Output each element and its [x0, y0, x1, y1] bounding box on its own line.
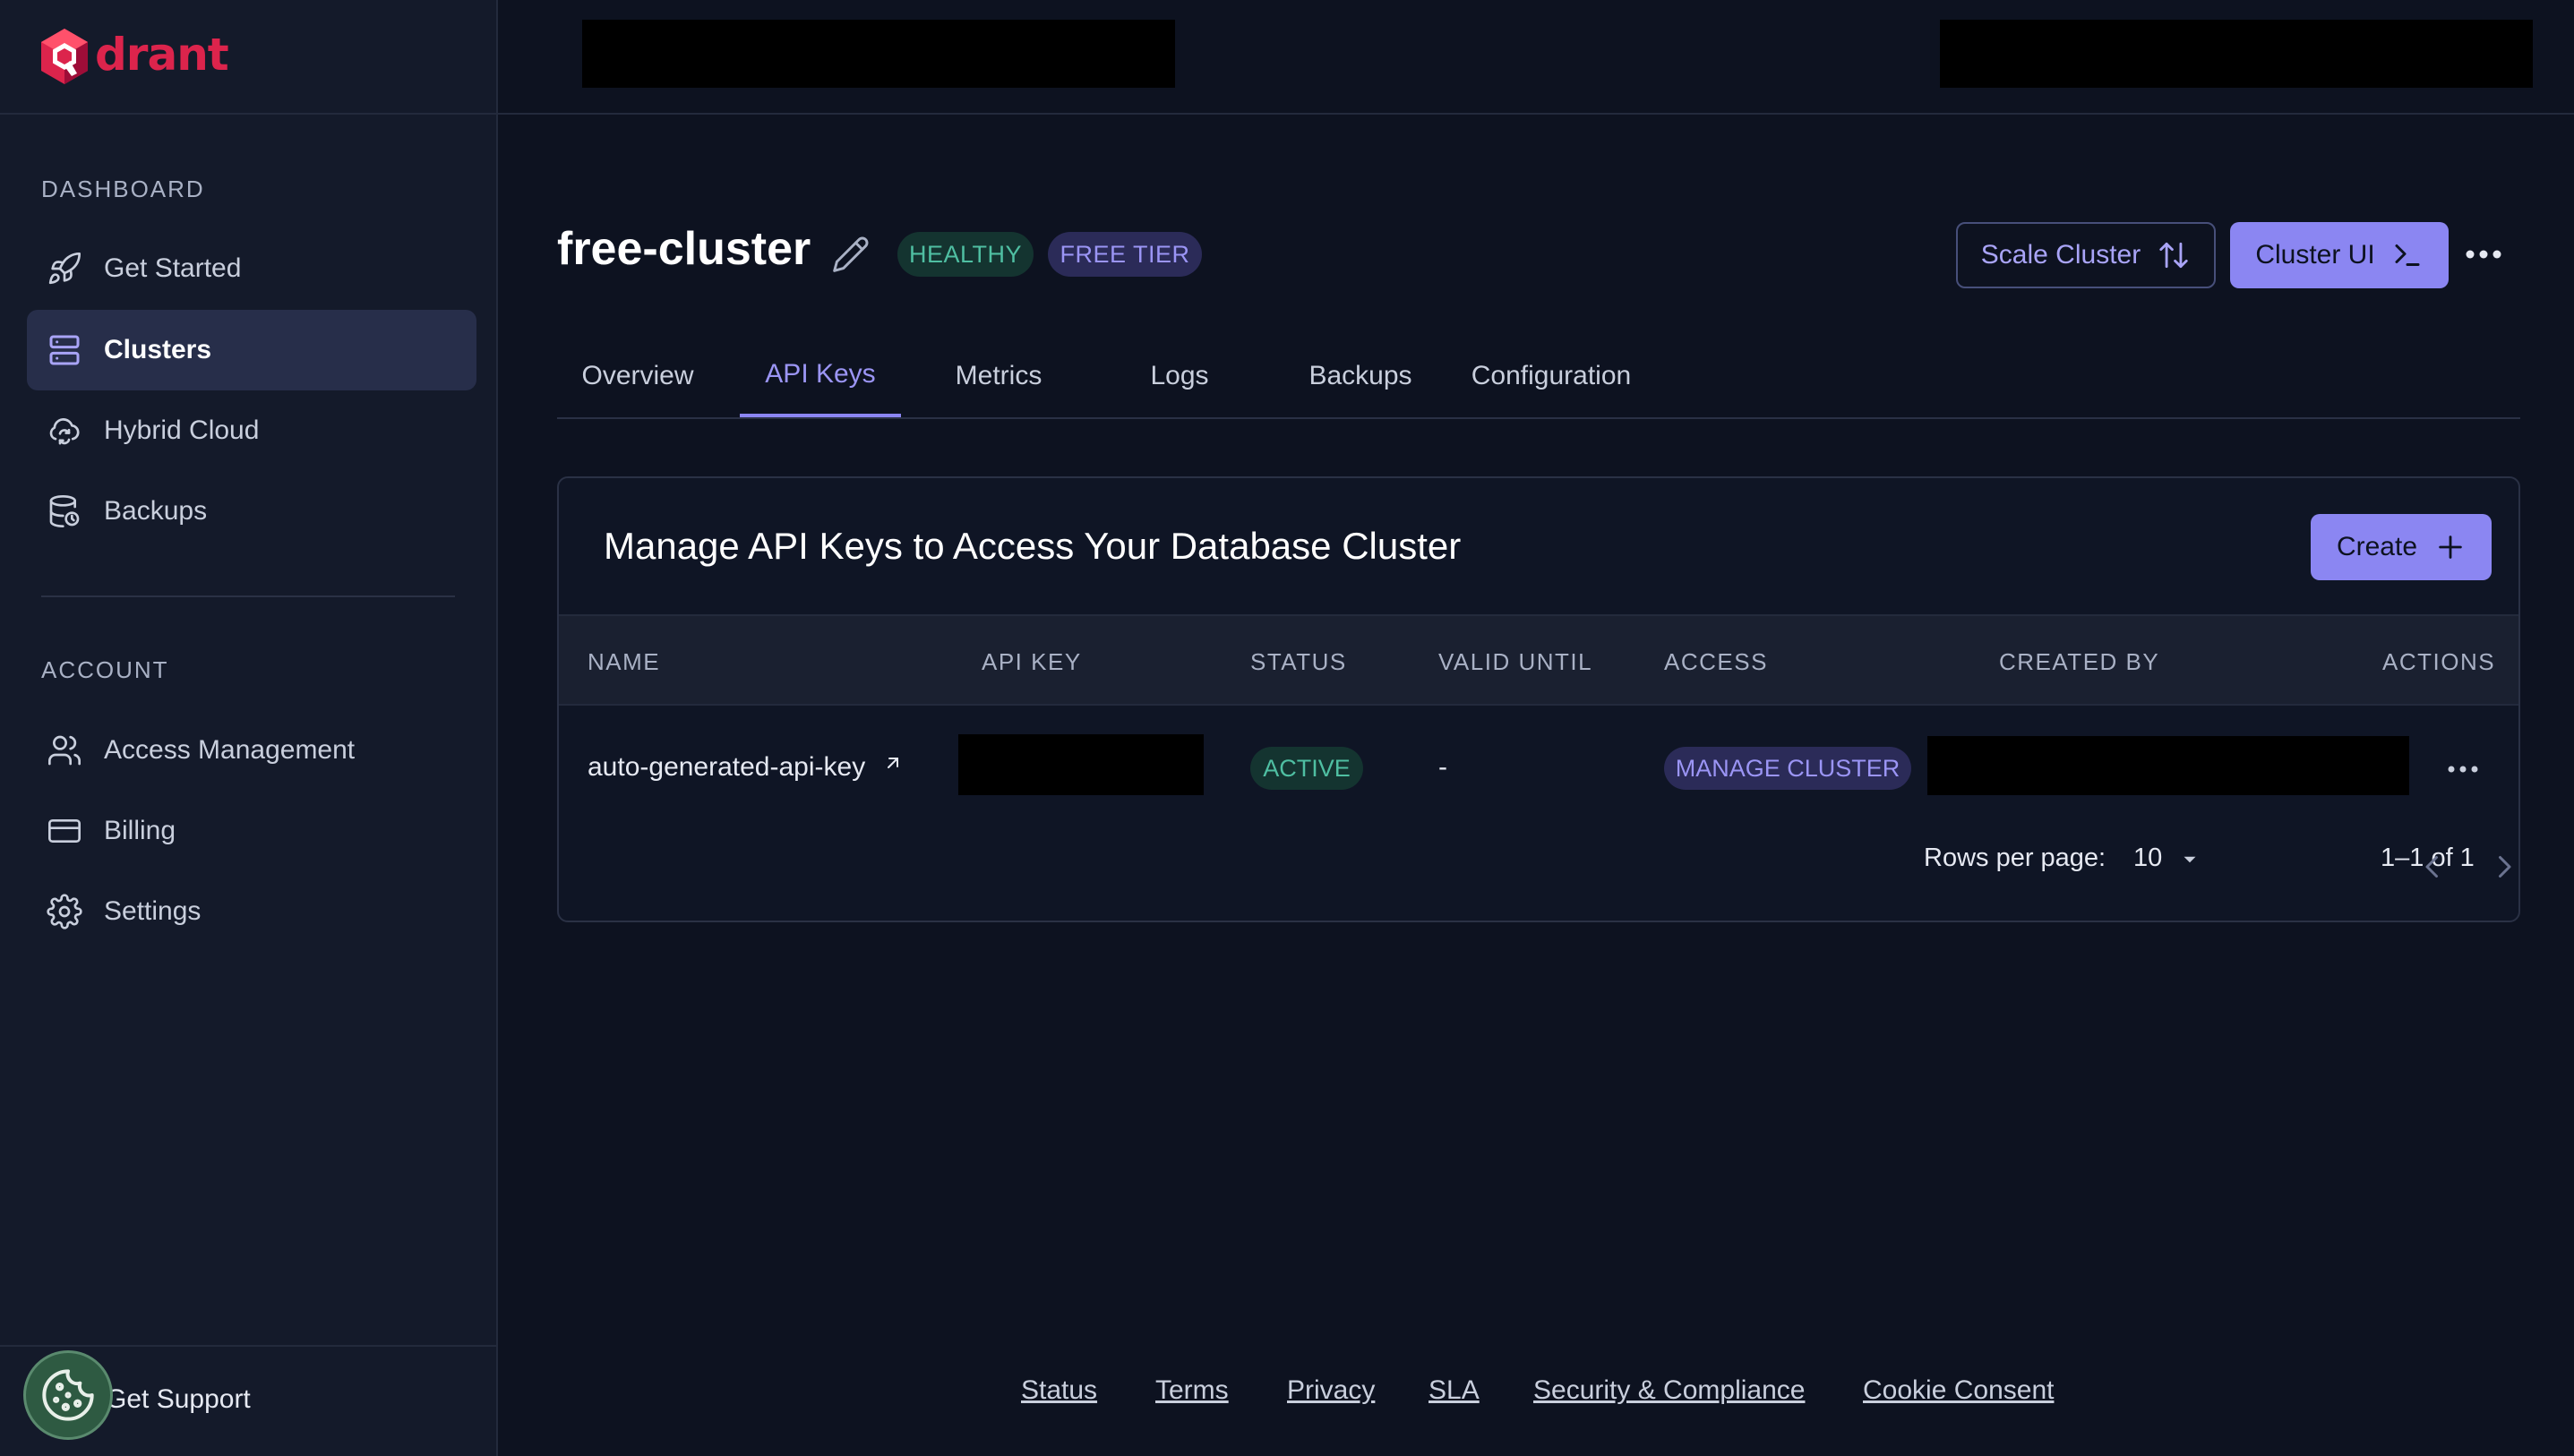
sidebar-item-backups[interactable]: Backups [27, 471, 476, 552]
column-header-name[interactable]: NAME [588, 648, 660, 676]
api-keys-card: Manage API Keys to Access Your Database … [557, 476, 2520, 922]
swap-vertical-icon [2159, 242, 2188, 269]
tab-api-keys[interactable]: API Keys [740, 335, 901, 417]
redacted-created-by [1927, 736, 2409, 795]
table-row: auto-generated-api-key ACTIVE - MANAGE C… [559, 706, 2518, 824]
redacted-api-key [958, 734, 1204, 795]
section-account-label: ACCOUNT [41, 656, 169, 683]
cloud-sync-icon [49, 418, 80, 445]
footer-link-sla[interactable]: SLA [1429, 1375, 1480, 1406]
pencil-icon[interactable] [831, 235, 871, 274]
server-icon [49, 335, 80, 365]
database-backup-icon [49, 495, 80, 527]
sidebar-item-billing[interactable]: Billing [27, 791, 476, 871]
column-header-access[interactable]: ACCESS [1664, 648, 1768, 676]
sidebar-item-settings[interactable]: Settings [27, 871, 476, 952]
terminal-icon [2395, 244, 2420, 266]
status-badge: ACTIVE [1250, 747, 1363, 790]
cookie-icon [42, 1369, 94, 1421]
sidebar-item-label: Backups [104, 496, 208, 526]
column-header-created-by[interactable]: CREATED BY [1999, 648, 2159, 676]
sidebar: drant DASHBOARD Get Started Clusters Hyb… [0, 0, 498, 1456]
sidebar-item-clusters[interactable]: Clusters [27, 310, 476, 390]
footer-link-privacy[interactable]: Privacy [1287, 1375, 1375, 1406]
qdrant-logo-icon [41, 29, 88, 84]
gear-icon [47, 894, 82, 929]
rows-per-page-label: Rows per page: [1924, 844, 2106, 872]
card-title: Manage API Keys to Access Your Database … [604, 525, 1462, 567]
next-page-icon[interactable] [2488, 851, 2520, 883]
status-badge: HEALTHY [897, 232, 1034, 277]
external-link-icon [887, 758, 898, 768]
sidebar-divider [41, 595, 455, 597]
section-dashboard-label: DASHBOARD [41, 176, 205, 202]
tab-configuration[interactable]: Configuration [1453, 335, 1650, 417]
sidebar-item-label: Hybrid Cloud [104, 415, 260, 445]
column-header-api-key[interactable]: API KEY [982, 648, 1082, 676]
tab-metrics[interactable]: Metrics [922, 335, 1075, 417]
top-bar [498, 0, 2574, 115]
footer-link-terms[interactable]: Terms [1155, 1375, 1229, 1406]
plus-icon [2439, 535, 2462, 559]
logo-text: drant [95, 29, 229, 81]
more-options-icon[interactable] [2463, 236, 2504, 272]
sidebar-item-label: Clusters [104, 335, 212, 364]
sidebar-item-access-management[interactable]: Access Management [27, 710, 476, 791]
get-support-link[interactable]: Get Support [106, 1384, 251, 1415]
row-actions-icon[interactable] [2445, 756, 2481, 783]
table-header: NAME API KEY STATUS VALID UNTIL ACCESS C… [559, 614, 2518, 706]
sidebar-item-get-started[interactable]: Get Started [27, 228, 476, 309]
access-badge: MANAGE CLUSTER [1664, 747, 1911, 790]
scale-cluster-button[interactable]: Scale Cluster [1956, 222, 2216, 288]
create-api-key-button[interactable]: Create [2311, 514, 2492, 580]
logo[interactable]: drant [0, 0, 496, 115]
tab-backups[interactable]: Backups [1284, 335, 1437, 417]
redacted-region [1940, 20, 2533, 88]
cluster-ui-button[interactable]: Cluster UI [2230, 222, 2449, 288]
column-header-valid-until[interactable]: VALID UNTIL [1438, 648, 1592, 676]
rocket-icon [48, 252, 81, 285]
sidebar-item-label: Billing [104, 816, 176, 845]
tab-overview[interactable]: Overview [557, 335, 718, 417]
tab-logs[interactable]: Logs [1103, 335, 1256, 417]
column-header-status[interactable]: STATUS [1250, 648, 1347, 676]
api-key-name: auto-generated-api-key [588, 752, 866, 782]
get-support-area: Get Support [0, 1345, 498, 1456]
users-icon [48, 735, 82, 766]
cluster-tabs: Overview API Keys Metrics Logs Backups C… [557, 335, 2520, 419]
redacted-region [582, 20, 1175, 88]
rows-per-page-value: 10 [2133, 844, 2163, 872]
previous-page-icon[interactable] [2416, 851, 2449, 883]
sidebar-item-label: Get Started [104, 253, 242, 283]
create-label: Create [2336, 532, 2418, 561]
footer-link-security-compliance[interactable]: Security & Compliance [1533, 1375, 1805, 1406]
page-title: free-cluster [557, 223, 811, 275]
cookie-settings-button[interactable] [23, 1350, 113, 1440]
scale-cluster-label: Scale Cluster [1980, 240, 2141, 270]
column-header-actions: ACTIONS [2382, 648, 2496, 675]
footer-link-cookie-consent[interactable]: Cookie Consent [1863, 1375, 2054, 1406]
tier-badge: FREE TIER [1048, 232, 1202, 277]
pagination: Rows per page: 10 1–1 of 1 [559, 824, 2520, 921]
footer-link-status[interactable]: Status [1021, 1375, 1097, 1406]
chevron-down-icon [2184, 856, 2196, 863]
rows-per-page-select[interactable]: 10 [2133, 844, 2201, 873]
cluster-ui-label: Cluster UI [2255, 240, 2375, 270]
sidebar-item-label: Access Management [104, 735, 356, 765]
sidebar-item-hybrid-cloud[interactable]: Hybrid Cloud [27, 390, 476, 471]
credit-card-icon [48, 819, 81, 843]
api-key-name-link[interactable]: auto-generated-api-key [588, 752, 904, 783]
sidebar-item-label: Settings [104, 896, 202, 926]
valid-until-value: - [1438, 752, 1447, 782]
